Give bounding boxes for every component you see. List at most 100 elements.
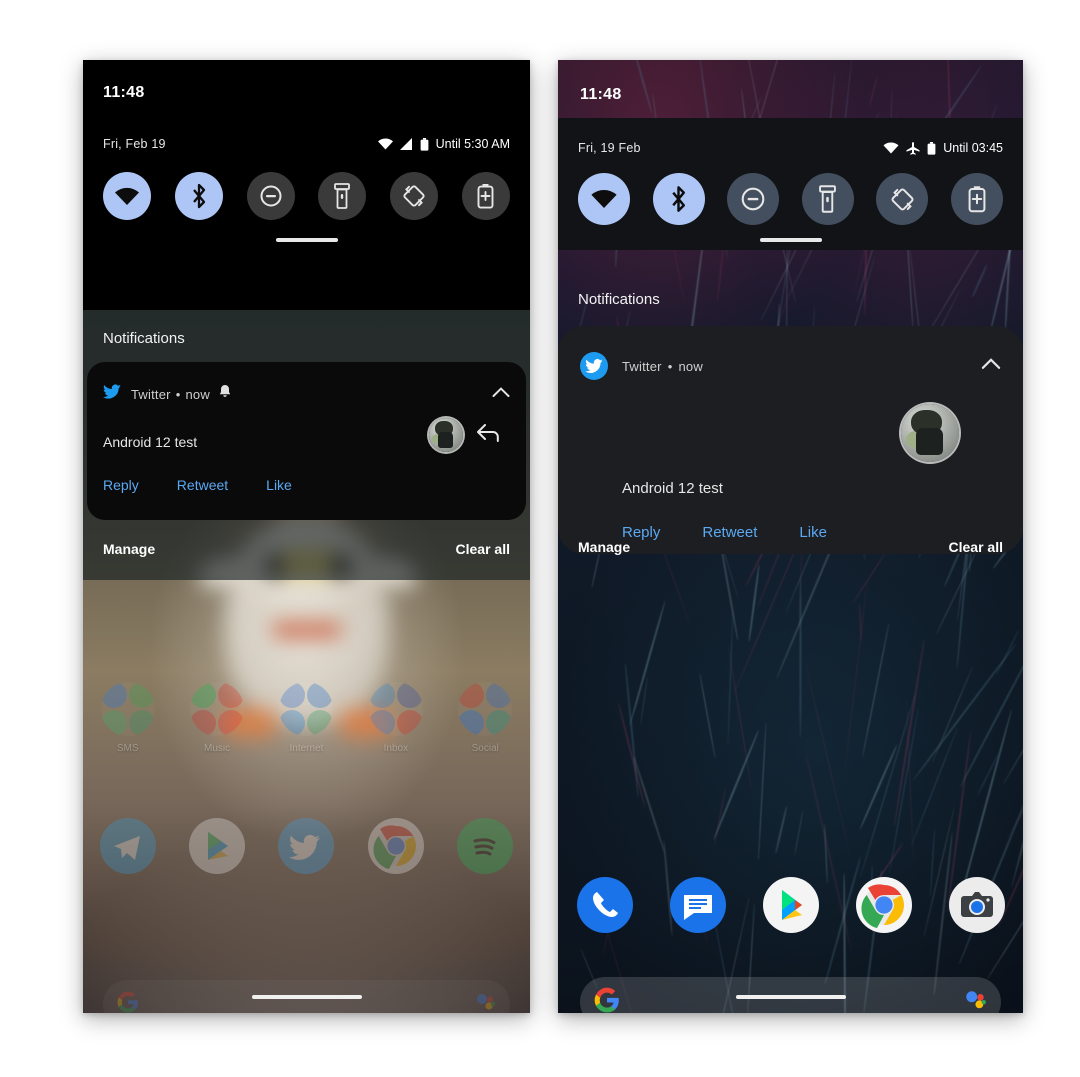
qs-tile-auto-rotate[interactable] — [876, 173, 929, 225]
home-folder-row-left: SMS Music Internet Inbox Social — [83, 682, 530, 754]
qs-date-label: Fri, Feb 19 — [103, 137, 166, 151]
phone-icon[interactable] — [576, 877, 633, 933]
qs-tile-wifi[interactable] — [103, 172, 151, 220]
status-bar-clock: 11:48 — [103, 84, 145, 101]
folder-label: Music — [204, 743, 231, 754]
manage-button[interactable]: Manage — [578, 539, 630, 555]
qs-tiles-row-right — [558, 173, 1023, 225]
folder-preview-grid — [100, 682, 155, 736]
folder-preview-grid — [190, 682, 245, 736]
chrome-icon[interactable] — [855, 877, 912, 933]
telegram-icon[interactable] — [99, 818, 156, 874]
spotify-icon[interactable] — [457, 818, 514, 874]
qs-tile-flashlight[interactable] — [318, 172, 367, 220]
chrome-icon[interactable] — [367, 818, 424, 874]
action-like[interactable]: Like — [266, 477, 292, 493]
twitter-icon — [103, 383, 121, 405]
camera-icon[interactable] — [948, 877, 1005, 933]
qs-tile-battery-saver[interactable] — [950, 173, 1003, 225]
qs-status-icons-right: Until 03:45 — [883, 141, 1003, 155]
play-store-icon[interactable] — [189, 818, 246, 874]
qs-tile-dnd[interactable] — [727, 173, 780, 225]
contact-avatar[interactable] — [429, 418, 463, 452]
manage-button[interactable]: Manage — [103, 541, 155, 557]
folder-label: Inbox — [383, 743, 409, 754]
folder-preview-grid — [279, 682, 334, 736]
qs-tile-bluetooth[interactable] — [652, 173, 705, 225]
qs-header-row-left: Fri, Feb 19 Until 5:30 AM — [83, 134, 530, 154]
google-g-icon — [117, 991, 139, 1014]
qs-tile-auto-rotate[interactable] — [390, 172, 439, 220]
qs-tile-bluetooth[interactable] — [174, 172, 223, 220]
qs-tile-wifi[interactable] — [578, 173, 630, 225]
notification-card-header-right: Twitter • now — [558, 352, 1023, 380]
qs-tile-flashlight[interactable] — [801, 173, 854, 225]
chevron-up-icon[interactable] — [492, 385, 510, 403]
folder-social[interactable]: Social — [454, 682, 516, 754]
folder-internet[interactable]: Internet — [275, 682, 337, 754]
alert-bell-icon — [219, 385, 231, 403]
action-reply[interactable]: Reply — [103, 477, 139, 493]
contact-avatar[interactable] — [901, 404, 959, 462]
shade-drag-handle-right[interactable] — [759, 238, 822, 242]
notification-card-twitter-left[interactable]: Twitter • now Android 12 test Reply Retw… — [87, 362, 526, 520]
notification-scrim-left: Notifications Twitter • now Android 12 t… — [83, 310, 530, 580]
google-g-icon — [594, 987, 620, 1014]
qs-date-label: Fri, 19 Feb — [578, 141, 641, 155]
notification-footer-right: Manage Clear all — [558, 535, 1023, 559]
status-bar-clock: 11:48 — [580, 86, 622, 103]
phone-right: 11:48 Fri, 19 Feb Until 03:45 Notificati… — [558, 60, 1023, 1013]
reply-arrow-icon[interactable] — [477, 424, 499, 447]
airplane-mode-icon — [906, 141, 920, 155]
notification-card-header-left: Twitter • now — [87, 383, 526, 405]
qs-header-row-right: Fri, 19 Feb Until 03:45 — [558, 138, 1023, 158]
quick-settings-panel-right: Fri, 19 Feb Until 03:45 — [558, 118, 1023, 250]
battery-until-text: Until 03:45 — [943, 141, 1003, 155]
messages-icon[interactable] — [669, 877, 726, 933]
notification-app-name: Twitter — [131, 386, 171, 402]
shade-drag-handle-left[interactable] — [275, 238, 338, 242]
clear-all-button[interactable]: Clear all — [949, 539, 1003, 555]
folder-sms[interactable]: SMS — [97, 682, 159, 754]
folder-label: Social — [471, 743, 499, 754]
qs-tile-battery-saver[interactable] — [461, 172, 510, 220]
notification-time: now — [185, 386, 210, 402]
notification-separator: • — [175, 386, 181, 402]
twitter-icon — [580, 352, 608, 380]
notification-separator: • — [667, 358, 673, 374]
quick-settings-shade-left: 11:48 Fri, Feb 19 Until 5:30 AM — [83, 60, 530, 310]
home-dock-right — [558, 877, 1023, 933]
notification-time: now — [678, 358, 703, 374]
battery-icon — [927, 141, 936, 155]
notification-card-twitter-right[interactable]: Twitter • now Android 12 test Reply Retw… — [558, 326, 1023, 554]
qs-tile-dnd[interactable] — [246, 172, 295, 220]
notification-footer-left: Manage Clear all — [83, 538, 530, 560]
folder-label: Internet — [289, 743, 324, 754]
folder-inbox[interactable]: Inbox — [365, 682, 427, 754]
google-assistant-icon[interactable] — [474, 991, 496, 1014]
notification-actions-left: Reply Retweet Like — [103, 477, 292, 493]
gesture-nav-bar-right[interactable] — [735, 995, 846, 999]
notification-title: Android 12 test — [103, 434, 198, 450]
google-assistant-icon[interactable] — [963, 988, 987, 1014]
notifications-header-left: Notifications — [83, 328, 530, 348]
gesture-nav-bar-left[interactable] — [251, 995, 362, 999]
chevron-up-icon[interactable] — [981, 357, 1001, 375]
folder-label: SMS — [116, 743, 139, 754]
cell-signal-icon — [399, 138, 413, 150]
qs-tiles-row-left — [83, 172, 530, 220]
action-retweet[interactable]: Retweet — [177, 477, 228, 493]
notifications-header-label: Notifications — [578, 290, 660, 308]
battery-icon — [420, 137, 429, 151]
notification-app-name: Twitter — [622, 358, 662, 374]
wifi-icon — [883, 142, 899, 154]
play-store-icon[interactable] — [762, 877, 819, 933]
quick-settings-panel-left: Fri, Feb 19 Until 5:30 AM — [83, 120, 530, 310]
twitter-icon[interactable] — [278, 818, 335, 874]
clear-all-button[interactable]: Clear all — [456, 541, 510, 557]
notifications-header-right: Notifications — [558, 288, 1023, 310]
folder-music[interactable]: Music — [186, 682, 248, 754]
home-dock-left — [83, 818, 530, 874]
screenshot-stage: SMS Music Internet Inbox Social 11:48 Fr… — [0, 0, 1080, 1077]
qs-status-icons-left: Until 5:30 AM — [377, 137, 510, 151]
